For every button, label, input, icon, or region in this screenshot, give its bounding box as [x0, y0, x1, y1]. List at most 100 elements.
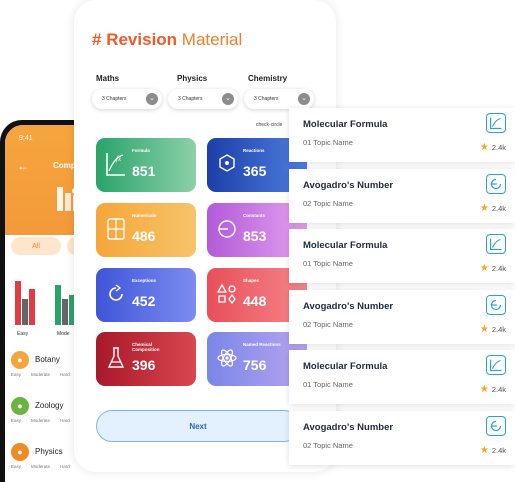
constant-icon — [216, 216, 238, 242]
difficulty-hard: Hard — [60, 464, 70, 469]
title-bold: Revision — [106, 30, 178, 49]
category-title: Numericals — [132, 213, 157, 218]
back-phone-header: 9:41 ← Comp — [5, 125, 84, 235]
dropdown-value: 3 Chapters — [178, 96, 203, 102]
star-icon: ★ — [479, 203, 489, 214]
chapter-dropdown-chemistry[interactable]: 3 Chapters ⌄ — [244, 89, 314, 109]
topic-subtitle: 01 Topic Name — [303, 380, 353, 389]
status-time: 9:41 — [19, 135, 33, 142]
category-count: 853 — [243, 228, 267, 244]
difficulty-easy: Easy — [11, 418, 22, 423]
rating-value: 2.4k — [491, 385, 506, 394]
category-title: Reactions — [243, 148, 265, 153]
fx-graph-icon: fx — [105, 151, 127, 177]
subject-name: Zoology — [35, 401, 64, 411]
topic-rating: ★ 2.4k — [480, 324, 506, 335]
topic-name: Avogadro's Number — [303, 422, 394, 433]
dropdown-value: 3 Chapters — [254, 96, 279, 102]
calculator-icon — [105, 216, 127, 242]
topic-rating: ★ 2.4k — [480, 445, 506, 456]
subject-label-maths: Maths — [96, 74, 120, 83]
topic-subtitle: 02 Topic Name — [303, 199, 353, 208]
difficulty-moderate: Moderate — [31, 372, 51, 377]
page-title: # Revision Material — [92, 30, 242, 50]
chapter-dropdown-physics[interactable]: 3 Chapters ⌄ — [168, 89, 238, 109]
category-title: Constants — [243, 213, 266, 218]
chart-bar — [62, 299, 68, 325]
rating-value: 2.4k — [491, 325, 506, 334]
topic-row[interactable]: Avogadro's Number 02 Topic Name ★ 2.4k — [289, 411, 515, 465]
topic-name: Molecular Formula — [303, 361, 388, 372]
chart-bar — [55, 285, 61, 325]
flask-icon — [105, 345, 127, 371]
graph-icon[interactable] — [486, 234, 506, 254]
topic-rating: ★ 2.4k — [480, 142, 506, 153]
chart-label: Mode — [57, 331, 70, 337]
topic-row[interactable]: Molecular Formula 01 Topic Name ★ 2.4k — [289, 108, 515, 162]
chart-bar — [15, 281, 21, 325]
rating-value: 2.4k — [491, 446, 506, 455]
category-count: 396 — [132, 357, 156, 373]
category-count: 452 — [132, 293, 156, 309]
subject-name: Physics — [35, 447, 63, 457]
subject-name: Botany — [35, 355, 60, 365]
chart-label: Easy — [17, 331, 29, 337]
next-button[interactable]: Next — [96, 410, 300, 442]
category-card[interactable]: Exceptions 452 — [96, 268, 196, 322]
topic-rating: ★ 2.4k — [480, 203, 506, 214]
title-hash: # — [92, 30, 102, 49]
svg-text:fx: fx — [116, 155, 122, 163]
difficulty-easy: Easy — [11, 372, 22, 377]
topic-subtitle: 02 Topic Name — [303, 320, 353, 329]
topic-row[interactable]: Molecular Formula 01 Topic Name ★ 2.4k — [289, 350, 515, 404]
star-icon: ★ — [479, 324, 489, 335]
topic-name: Avogadro's Number — [303, 301, 394, 312]
topic-row[interactable]: Avogadro's Number 02 Topic Name ★ 2.4k — [289, 290, 515, 344]
category-card[interactable]: Numericals 486 — [96, 203, 196, 257]
chart-bar — [22, 299, 28, 325]
back-arrow-icon[interactable]: ← — [17, 159, 29, 173]
category-count: 851 — [132, 163, 156, 179]
category-title: Exceptions — [132, 278, 157, 283]
botany-icon: ● — [11, 351, 29, 369]
subject-label-physics: Physics — [177, 74, 208, 83]
graph-icon[interactable] — [486, 113, 506, 133]
molecule-icon — [216, 151, 238, 177]
graph-icon[interactable] — [486, 355, 506, 375]
difficulty-hard: Hard — [60, 418, 70, 423]
category-count: 486 — [132, 228, 156, 244]
category-count: 448 — [243, 293, 267, 309]
star-icon: ★ — [479, 445, 489, 456]
shapes-icon — [216, 281, 238, 307]
category-card[interactable]: fx Formula 851 — [96, 138, 196, 192]
cycle-icon[interactable] — [486, 295, 506, 315]
topic-subtitle: 01 Topic Name — [303, 259, 353, 268]
zoology-icon: ● — [11, 397, 29, 415]
atom-icon — [216, 345, 238, 371]
check-circle-label: check-circle — [256, 122, 283, 128]
physics-icon: ● — [11, 443, 29, 461]
topic-rating: ★ 2.4k — [480, 263, 506, 274]
topic-subtitle: 02 Topic Name — [303, 441, 353, 450]
category-title: Shapes — [243, 278, 260, 283]
topic-row[interactable]: Molecular Formula 01 Topic Name ★ 2.4k — [289, 229, 515, 283]
chevron-down-icon: ⌄ — [298, 93, 310, 105]
screenshot-stage: 9:41 ← Comp All Easy Mode ● Botany Easy … — [0, 0, 515, 482]
cycle-icon[interactable] — [486, 174, 506, 194]
tab-all[interactable]: All — [11, 237, 61, 255]
category-card[interactable]: Chemical Composition 396 — [96, 332, 196, 386]
category-title: Chemical Composition — [132, 342, 160, 352]
difficulty-moderate: Moderate — [31, 464, 51, 469]
rating-value: 2.4k — [491, 204, 506, 213]
chapter-dropdown-maths[interactable]: 3 Chapters ⌄ — [92, 89, 162, 109]
topic-subtitle: 01 Topic Name — [303, 138, 353, 147]
category-title: Formula — [132, 148, 150, 153]
rating-value: 2.4k — [491, 143, 506, 152]
star-icon: ★ — [479, 263, 489, 274]
rating-value: 2.4k — [491, 264, 506, 273]
topic-name: Avogadro's Number — [303, 180, 394, 191]
dropdown-value: 3 Chapters — [102, 96, 127, 102]
back-phone-screen: 9:41 ← Comp All Easy Mode ● Botany Easy … — [5, 125, 84, 482]
topic-row[interactable]: Avogadro's Number 02 Topic Name ★ 2.4k — [289, 169, 515, 223]
cycle-icon[interactable] — [486, 416, 506, 436]
